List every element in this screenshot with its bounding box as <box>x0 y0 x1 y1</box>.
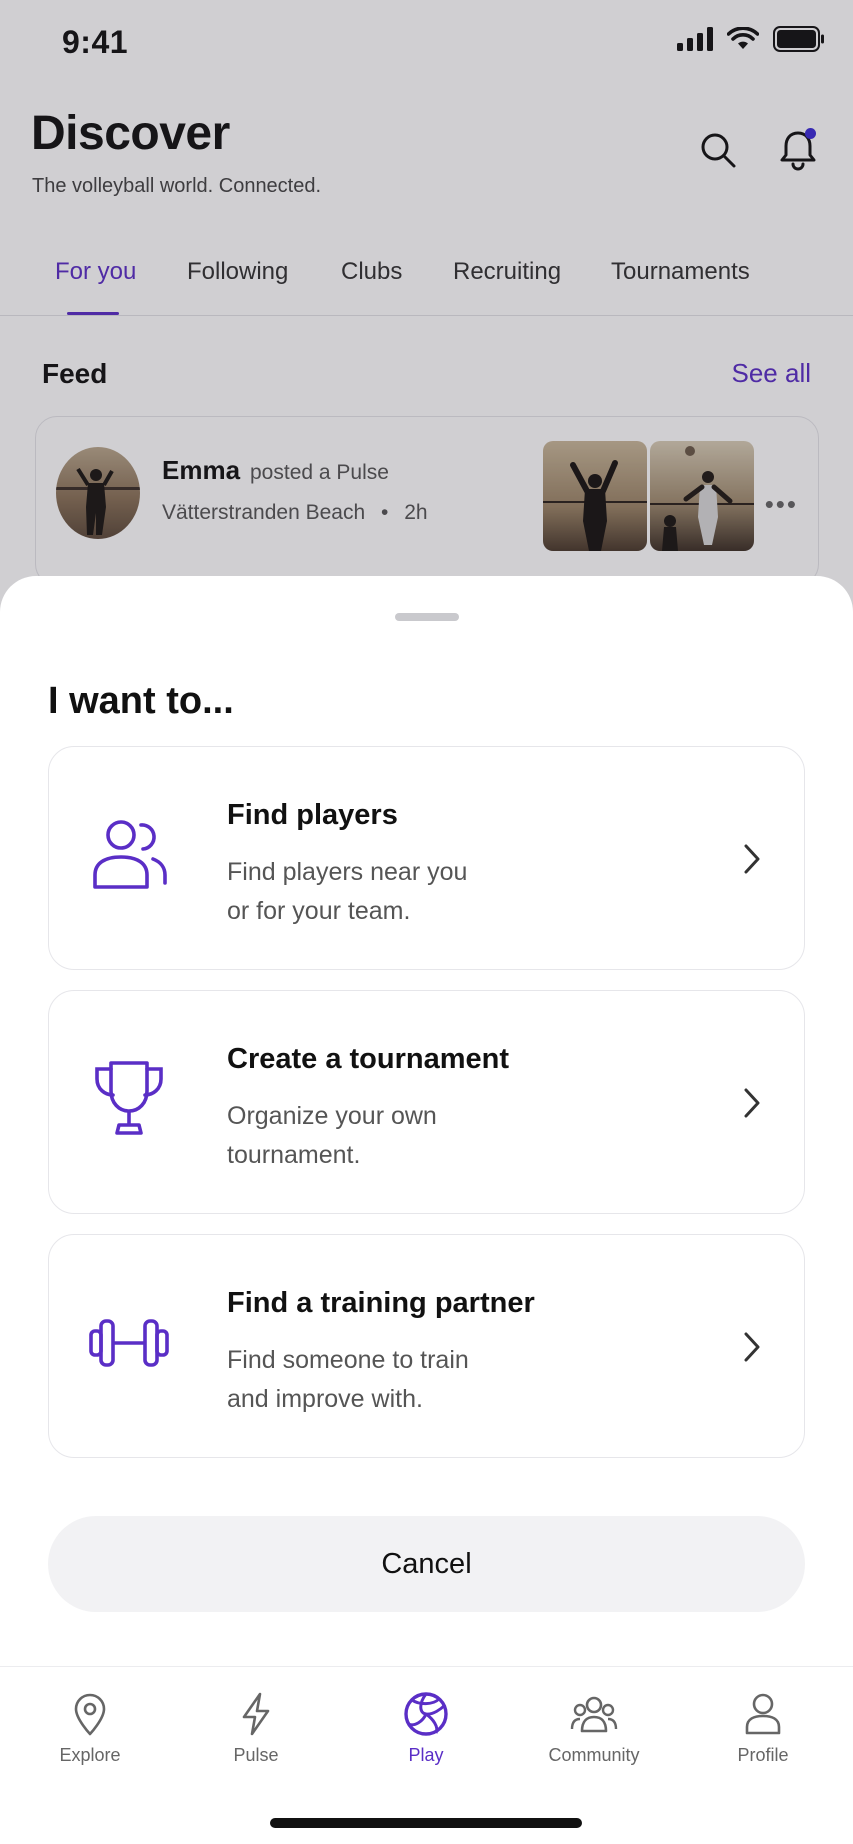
map-pin-icon <box>74 1693 106 1736</box>
dumbbell-icon <box>89 1319 169 1367</box>
volleyball-icon <box>404 1692 448 1736</box>
option-description-line: tournament. <box>227 1141 361 1169</box>
trophy-icon <box>95 1061 163 1135</box>
tab-bar-label: Community <box>548 1745 640 1765</box>
option-description-line: Find someone to train <box>227 1346 469 1374</box>
community-icon <box>570 1696 618 1733</box>
sheet-grabber[interactable] <box>395 613 459 621</box>
action-sheet: I want to... Find players Find players n… <box>0 576 853 1844</box>
option-title: Find players <box>227 799 398 831</box>
option-title: Create a tournament <box>227 1043 510 1075</box>
tab-bar-label: Pulse <box>233 1745 279 1765</box>
tab-bar-label: Profile <box>737 1745 789 1765</box>
user-icon <box>745 1693 781 1735</box>
chevron-right-icon <box>744 1088 760 1118</box>
chevron-right-icon <box>744 1332 760 1362</box>
option-description-line: or for your team. <box>227 897 411 925</box>
home-indicator[interactable] <box>270 1818 582 1828</box>
option-description: Find players near you or for your team. <box>227 853 527 931</box>
option-description: Find someone to train and improve with. <box>227 1341 527 1419</box>
tab-bar-label: Explore <box>59 1745 121 1765</box>
option-description: Organize your own tournament. <box>227 1097 527 1175</box>
option-description-line: Find players near you <box>227 858 468 886</box>
find-players-option[interactable]: Find players Find players near you or fo… <box>48 746 805 970</box>
bolt-icon <box>242 1692 270 1736</box>
create-tournament-option[interactable]: Create a tournament Organize your own to… <box>48 990 805 1214</box>
tab-bar-profile[interactable]: Profile <box>693 1691 833 1766</box>
tab-bar-community[interactable]: Community <box>524 1691 664 1766</box>
cancel-button[interactable]: Cancel <box>48 1516 805 1612</box>
chevron-right-icon <box>744 844 760 874</box>
tab-bar-play[interactable]: Play <box>356 1691 496 1766</box>
option-title: Find a training partner <box>227 1287 535 1319</box>
option-description-line: Organize your own <box>227 1102 437 1130</box>
tab-bar-pulse[interactable]: Pulse <box>186 1691 326 1766</box>
tab-bar-explore[interactable]: Explore <box>20 1691 160 1766</box>
option-description-line: and improve with. <box>227 1385 423 1413</box>
find-training-partner-option[interactable]: Find a training partner Find someone to … <box>48 1234 805 1458</box>
players-icon <box>93 820 167 889</box>
tab-bar-label: Play <box>408 1745 444 1765</box>
sheet-title: I want to... <box>48 680 234 722</box>
